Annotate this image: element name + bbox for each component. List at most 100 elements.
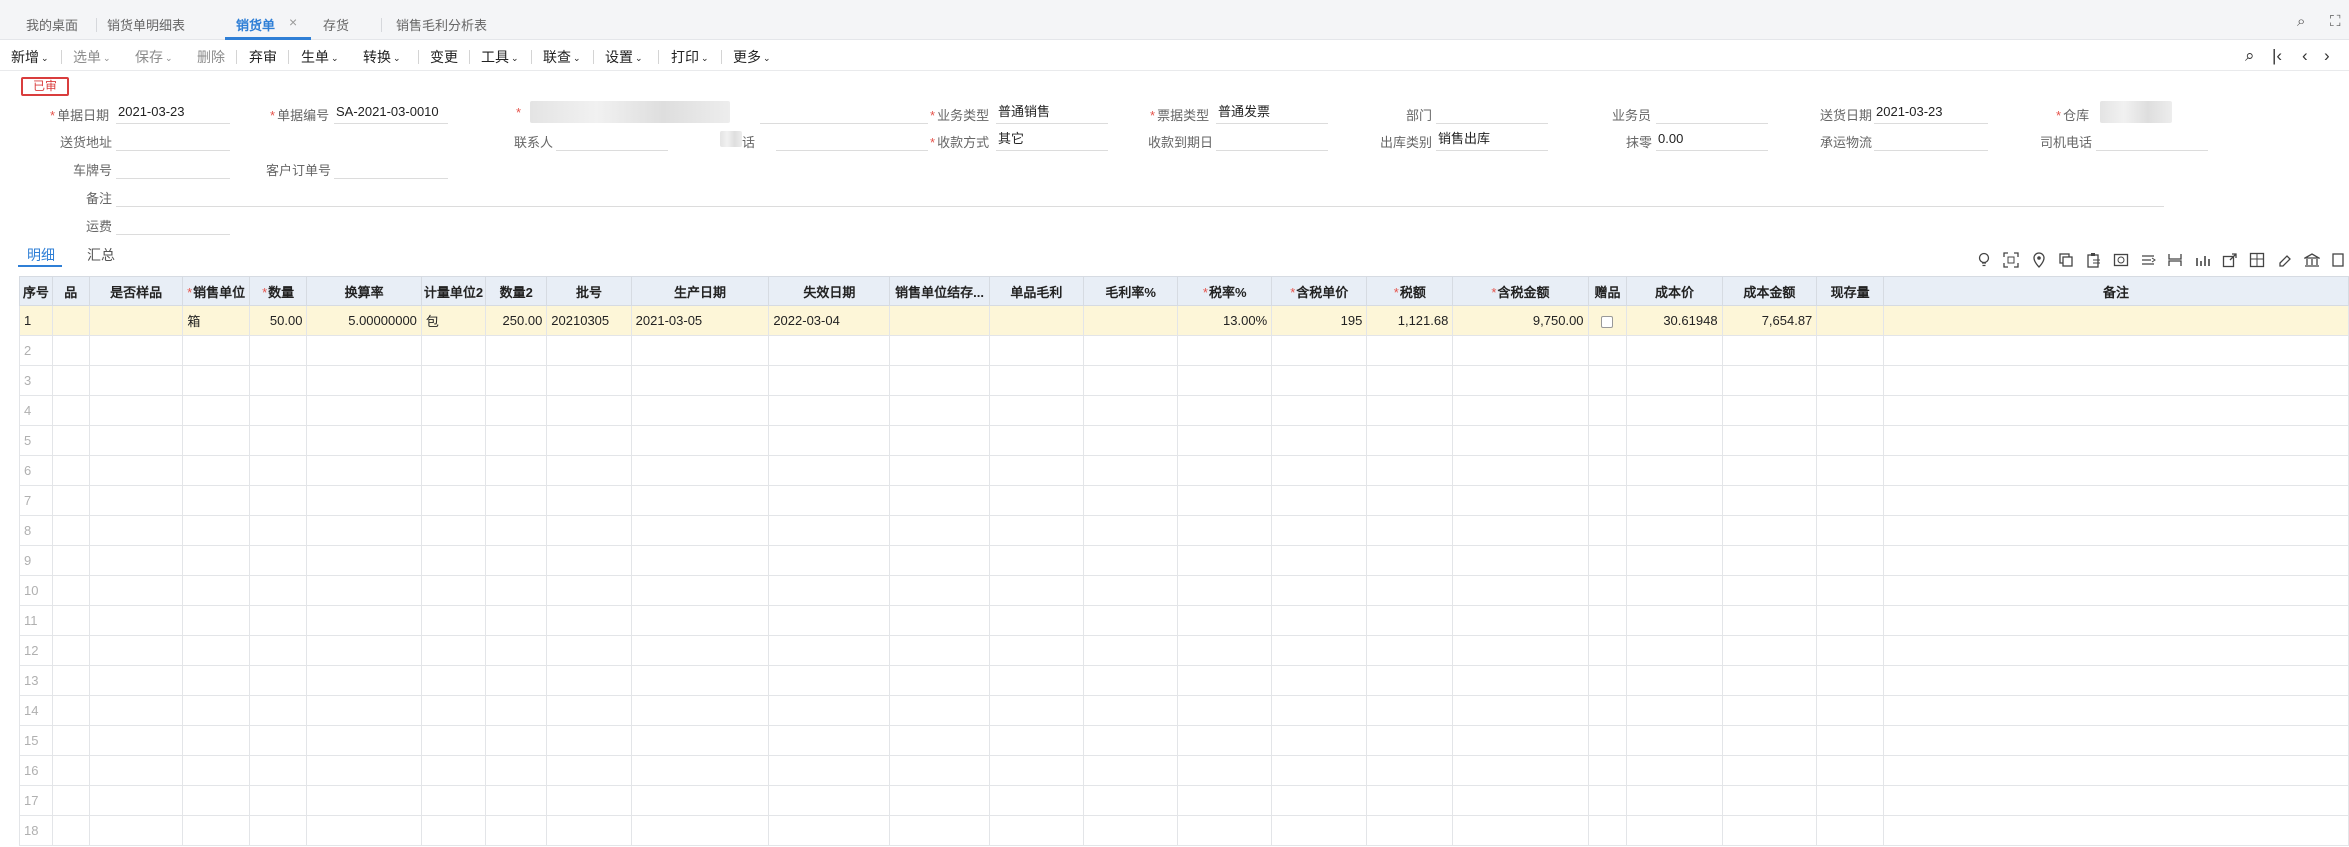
table-cell[interactable] — [988, 365, 1085, 396]
table-cell[interactable] — [1271, 425, 1368, 456]
table-cell[interactable] — [1452, 785, 1589, 816]
table-cell[interactable] — [988, 485, 1085, 516]
table-cell[interactable] — [248, 395, 308, 426]
table-cell[interactable] — [1882, 785, 2349, 816]
table-cell[interactable] — [1452, 545, 1589, 576]
table-cell[interactable] — [182, 365, 250, 396]
table-cell[interactable] — [420, 755, 487, 786]
table-cell[interactable] — [248, 425, 308, 456]
table-cell[interactable] — [88, 575, 184, 606]
table-cell[interactable] — [889, 605, 990, 636]
table-cell[interactable] — [485, 635, 548, 666]
table-cell[interactable] — [88, 665, 184, 696]
table-cell[interactable] — [88, 755, 184, 786]
column-header[interactable]: 单品毛利 — [988, 276, 1085, 306]
table-cell[interactable] — [546, 635, 632, 666]
table-cell[interactable] — [1721, 695, 1818, 726]
table-cell[interactable] — [1271, 485, 1368, 516]
table-cell[interactable] — [1271, 605, 1368, 636]
column-header[interactable]: 品 — [51, 276, 90, 306]
print-button[interactable]: 打印 ⌄ — [671, 47, 709, 67]
table-cell[interactable] — [485, 335, 548, 366]
table-row[interactable]: 15 — [19, 725, 2349, 756]
table-cell[interactable] — [1626, 725, 1723, 756]
bank-icon[interactable] — [2302, 252, 2322, 272]
table-cell[interactable] — [182, 815, 250, 846]
table-cell[interactable] — [1721, 335, 1818, 366]
prev-record-icon[interactable]: ‹ — [2302, 46, 2308, 66]
table-cell[interactable] — [1083, 605, 1179, 636]
table-cell[interactable] — [768, 365, 891, 396]
table-cell[interactable] — [88, 305, 184, 336]
table-cell[interactable] — [1587, 725, 1628, 756]
table-cell[interactable] — [1177, 725, 1273, 756]
table-cell[interactable] — [306, 605, 422, 636]
table-cell[interactable]: 9,750.00 — [1452, 305, 1589, 336]
table-cell[interactable] — [1626, 455, 1723, 486]
table-row[interactable]: 4 — [19, 395, 2349, 426]
table-cell[interactable] — [1177, 605, 1273, 636]
table-cell[interactable] — [88, 395, 184, 426]
table-cell[interactable] — [420, 515, 487, 546]
table-cell[interactable] — [1452, 365, 1589, 396]
table-cell[interactable] — [546, 755, 632, 786]
table-cell[interactable]: 20210305 — [546, 305, 632, 336]
table-cell[interactable] — [485, 575, 548, 606]
table-cell[interactable] — [306, 515, 422, 546]
table-cell[interactable] — [1882, 365, 2349, 396]
table-cell[interactable] — [1271, 755, 1368, 786]
doc-date-field[interactable]: 2021-03-23 — [116, 102, 230, 124]
column-header[interactable]: 批号 — [546, 276, 632, 306]
table-cell[interactable] — [1587, 665, 1628, 696]
invoice-type-field[interactable]: 普通发票 — [1216, 102, 1328, 124]
table-cell[interactable] — [420, 695, 487, 726]
table-cell[interactable] — [1882, 545, 2349, 576]
table-cell[interactable] — [630, 485, 770, 516]
table-cell[interactable] — [51, 455, 90, 486]
table-cell[interactable] — [182, 695, 250, 726]
table-cell[interactable] — [420, 455, 487, 486]
table-cell[interactable] — [182, 665, 250, 696]
table-cell[interactable] — [768, 515, 891, 546]
table-cell[interactable] — [51, 305, 90, 336]
column-header[interactable]: 计量单位2 — [420, 276, 487, 306]
table-cell[interactable] — [1366, 815, 1454, 846]
table-cell[interactable] — [546, 545, 632, 576]
table-cell[interactable] — [485, 365, 548, 396]
table-cell[interactable] — [51, 425, 90, 456]
table-cell[interactable] — [630, 605, 770, 636]
table-row[interactable]: 1 箱 50.00 5.00000000 包 250.00 20210305 2021-03-… — [19, 305, 2349, 336]
column-header[interactable]: 成本金额 — [1721, 276, 1818, 306]
table-cell[interactable] — [88, 425, 184, 456]
table-cell[interactable] — [1083, 665, 1179, 696]
table-cell[interactable] — [1083, 695, 1179, 726]
table-cell[interactable] — [88, 515, 184, 546]
table-cell[interactable] — [1816, 485, 1884, 516]
table-cell[interactable] — [182, 605, 250, 636]
column-header[interactable]: 换算率 — [306, 276, 422, 306]
table-cell[interactable] — [1721, 515, 1818, 546]
table-cell[interactable] — [630, 725, 770, 756]
column-header[interactable]: *销售单位 — [182, 276, 250, 306]
table-cell[interactable]: 30.61948 — [1626, 305, 1723, 336]
table-cell[interactable] — [420, 605, 487, 636]
change-button[interactable]: 变更 — [430, 47, 458, 67]
location-icon[interactable] — [2031, 252, 2047, 272]
tab-detail[interactable]: 明细 — [27, 245, 55, 265]
table-cell[interactable] — [88, 725, 184, 756]
table-cell[interactable] — [1721, 815, 1818, 846]
table-row[interactable]: 8 — [19, 515, 2349, 546]
table-cell[interactable] — [988, 575, 1085, 606]
column-header[interactable]: 毛利率% — [1083, 276, 1179, 306]
split-icon[interactable] — [2167, 252, 2183, 272]
doc-no-field[interactable]: SA-2021-03-0010 — [334, 102, 448, 124]
table-cell[interactable] — [1882, 335, 2349, 366]
table-cell[interactable] — [306, 665, 422, 696]
table-cell[interactable] — [182, 785, 250, 816]
table-cell[interactable] — [182, 635, 250, 666]
table-cell[interactable] — [768, 635, 891, 666]
table-cell[interactable] — [546, 425, 632, 456]
table-cell[interactable] — [1721, 395, 1818, 426]
list-icon[interactable] — [2140, 252, 2156, 272]
table-cell[interactable] — [1083, 455, 1179, 486]
